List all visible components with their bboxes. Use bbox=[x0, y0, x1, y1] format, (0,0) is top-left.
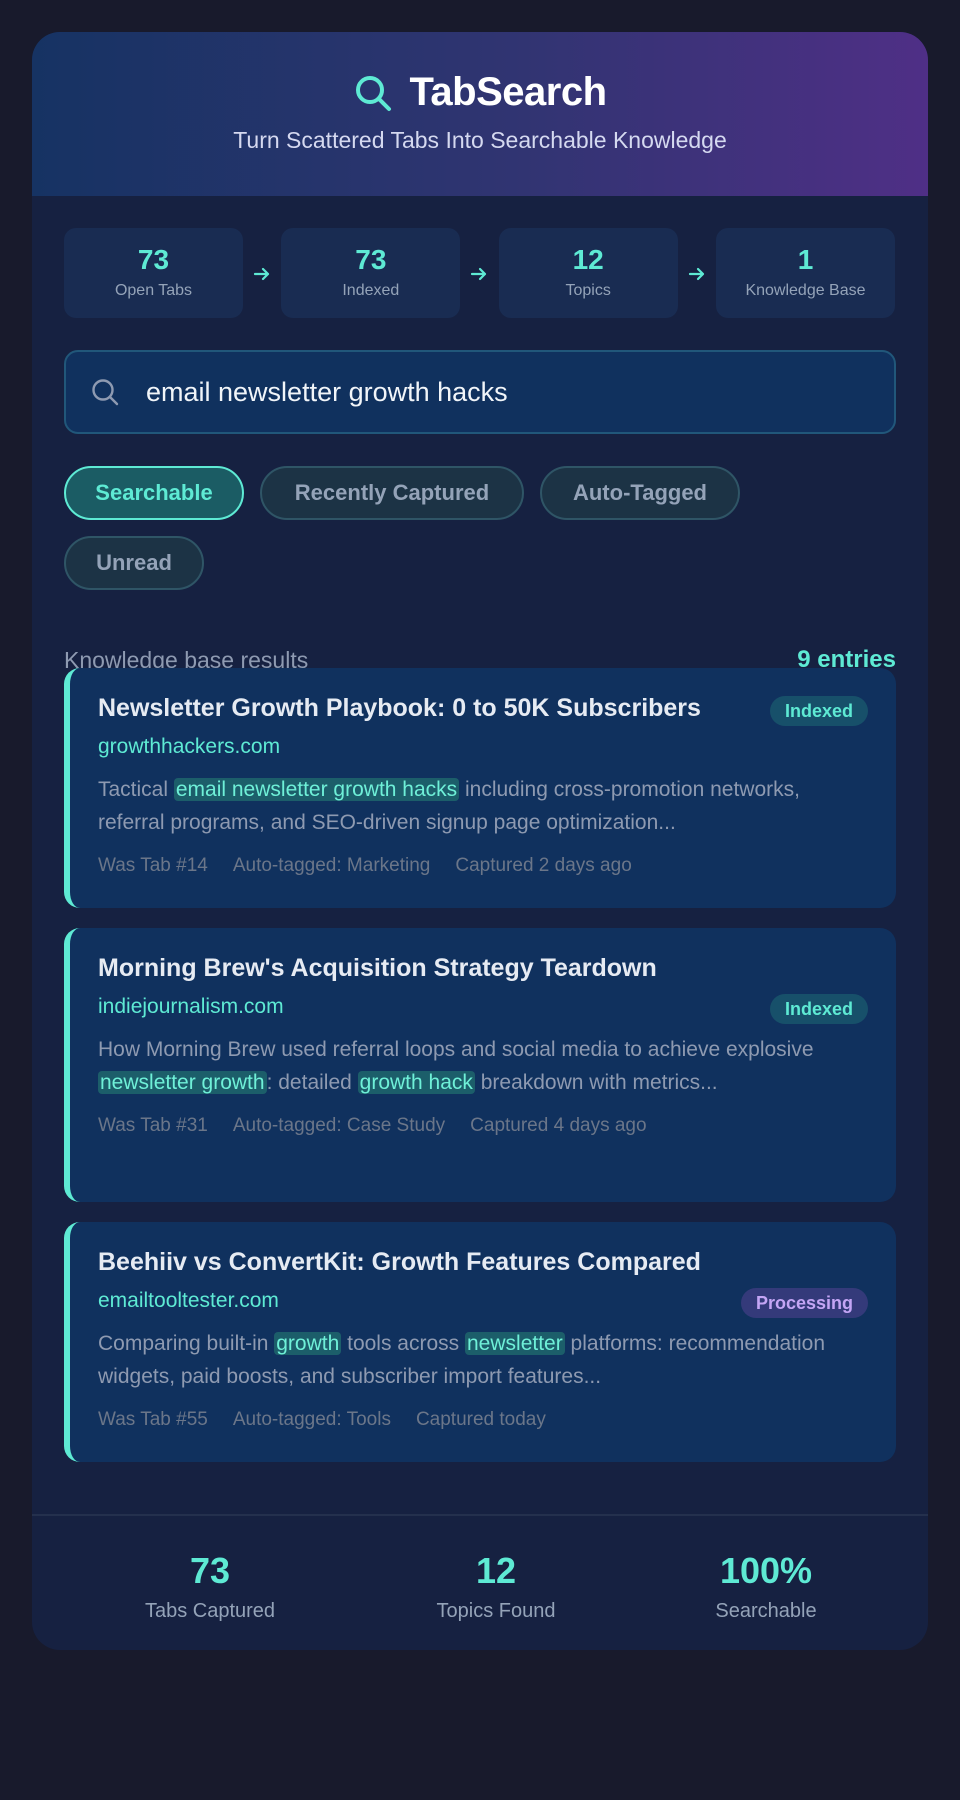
pipeline-stage-knowledge-base: 1 Knowledge Base bbox=[715, 228, 895, 318]
stat-tabs-captured: 73 Tabs Captured bbox=[100, 1550, 320, 1623]
result-card[interactable]: Processing Beehiiv vs ConvertKit: Growth… bbox=[64, 1222, 896, 1462]
snippet-text: Comparing built-in bbox=[98, 1332, 275, 1355]
result-snippet: Tactical email newsletter growth hacks i… bbox=[98, 773, 858, 839]
header: TabSearch Turn Scattered Tabs Into Searc… bbox=[32, 32, 928, 196]
stage-label: Open Tabs bbox=[114, 282, 193, 299]
stage-label: Knowledge Base bbox=[745, 282, 866, 299]
snippet-text: : detailed bbox=[266, 1071, 358, 1094]
footer-stats: 73 Tabs Captured 12 Topics Found 100% Se… bbox=[32, 1514, 928, 1650]
filter-chip-auto-tagged[interactable]: Auto-Tagged bbox=[540, 466, 740, 520]
result-domain[interactable]: growthhackers.com bbox=[98, 735, 868, 759]
snippet-highlight: growth bbox=[274, 1332, 342, 1355]
result-tab-number: Was Tab #14 bbox=[98, 855, 208, 876]
arrow-right-icon bbox=[460, 260, 498, 286]
pipeline-stage-indexed: 73 Indexed bbox=[281, 228, 461, 318]
arrow-right-icon bbox=[243, 260, 281, 286]
app-title: TabSearch bbox=[409, 70, 607, 114]
result-meta: Was Tab #55 Auto-tagged: Tools Captured … bbox=[98, 1409, 868, 1431]
result-captured: Captured 4 days ago bbox=[470, 1115, 647, 1136]
result-snippet: How Morning Brew used referral loops and… bbox=[98, 1033, 858, 1099]
filter-chip-recently-captured[interactable]: Recently Captured bbox=[260, 466, 524, 520]
result-title[interactable]: Newsletter Growth Playbook: 0 to 50K Sub… bbox=[98, 694, 868, 723]
stage-value: 73 bbox=[355, 244, 387, 275]
stat-value: 12 bbox=[475, 1550, 517, 1591]
filter-chip-unread[interactable]: Unread bbox=[64, 536, 204, 590]
result-captured: Captured today bbox=[415, 1409, 546, 1430]
status-badge: Processing bbox=[740, 1288, 868, 1318]
stat-topics-found: 12 Topics Found bbox=[386, 1550, 606, 1623]
status-badge: Indexed bbox=[769, 696, 868, 726]
result-tab-number: Was Tab #55 bbox=[98, 1409, 208, 1430]
result-card[interactable]: Indexed Morning Brew's Acquisition Strat… bbox=[64, 928, 896, 1202]
status-badge: Indexed bbox=[769, 994, 868, 1024]
search-bar[interactable] bbox=[64, 350, 896, 434]
snippet-text: breakdown with metrics... bbox=[474, 1071, 718, 1094]
result-tag: Auto-tagged: Tools bbox=[232, 1409, 391, 1430]
snippet-highlight: email newsletter growth hacks bbox=[173, 778, 460, 801]
stage-label: Indexed bbox=[342, 282, 400, 299]
arrow-right-icon bbox=[678, 260, 716, 286]
search-input[interactable] bbox=[146, 376, 846, 408]
snippet-text: tools across bbox=[341, 1332, 465, 1355]
stat-label: Topics Found bbox=[436, 1600, 556, 1622]
stage-label: Topics bbox=[565, 282, 611, 299]
snippet-highlight: newsletter growth bbox=[98, 1071, 267, 1094]
result-snippet: Comparing built-in growth tools across n… bbox=[98, 1327, 858, 1393]
stat-label: Searchable bbox=[715, 1600, 817, 1622]
result-tag: Auto-tagged: Marketing bbox=[232, 855, 431, 876]
stat-searchable: 100% Searchable bbox=[656, 1550, 876, 1623]
stat-value: 73 bbox=[189, 1550, 231, 1591]
brand: TabSearch bbox=[32, 70, 928, 115]
snippet-highlight: newsletter bbox=[465, 1332, 565, 1355]
stage-value: 1 bbox=[797, 244, 814, 275]
search-icon bbox=[356, 75, 392, 111]
result-domain[interactable]: indiejournalism.com bbox=[98, 995, 868, 1019]
stage-value: 12 bbox=[572, 244, 604, 275]
snippet-text: How Morning Brew used referral loops and… bbox=[98, 1038, 814, 1061]
result-meta: Was Tab #31 Auto-tagged: Case Study Capt… bbox=[98, 1115, 868, 1137]
pipeline: 73 Open Tabs 73 Indexed 12 Topics 1 Know… bbox=[64, 228, 896, 318]
result-meta: Was Tab #14 Auto-tagged: Marketing Captu… bbox=[98, 855, 868, 877]
pipeline-stage-topics: 12 Topics bbox=[498, 228, 678, 318]
result-title[interactable]: Beehiiv vs ConvertKit: Growth Features C… bbox=[98, 1248, 868, 1277]
result-tab-number: Was Tab #31 bbox=[98, 1115, 208, 1136]
search-icon bbox=[92, 379, 119, 406]
result-captured: Captured 2 days ago bbox=[455, 855, 632, 876]
tabsearch-panel: TabSearch Turn Scattered Tabs Into Searc… bbox=[32, 32, 928, 1650]
snippet-highlight: growth hack bbox=[357, 1071, 475, 1094]
snippet-text: Tactical bbox=[98, 778, 174, 801]
stat-value: 100% bbox=[719, 1550, 813, 1591]
pipeline-stage-open-tabs: 73 Open Tabs bbox=[64, 228, 243, 318]
stage-value: 73 bbox=[137, 244, 170, 275]
filter-chip-searchable[interactable]: Searchable bbox=[64, 466, 244, 520]
tagline: Turn Scattered Tabs Into Searchable Know… bbox=[233, 127, 727, 153]
result-title[interactable]: Morning Brew's Acquisition Strategy Tear… bbox=[98, 954, 868, 983]
stat-label: Tabs Captured bbox=[144, 1600, 276, 1622]
result-tag: Auto-tagged: Case Study bbox=[232, 1115, 446, 1136]
result-card[interactable]: Indexed Newsletter Growth Playbook: 0 to… bbox=[64, 668, 896, 908]
